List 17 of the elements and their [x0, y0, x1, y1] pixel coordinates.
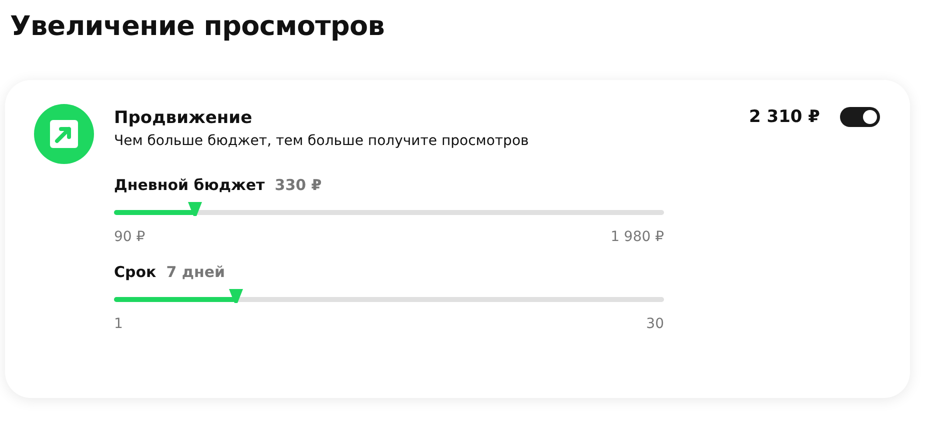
slider-max: 1 980 ₽: [610, 229, 664, 245]
slider-label: Дневной бюджет: [114, 176, 265, 194]
slider-value: 330 ₽: [274, 176, 322, 194]
slider-min: 1: [114, 316, 123, 332]
slider-track[interactable]: [114, 201, 664, 217]
promotion-title: Продвижение: [114, 107, 254, 129]
page-title: Увеличение просмотров: [10, 10, 386, 44]
slider-handle[interactable]: [228, 288, 244, 304]
toggle-switch[interactable]: [840, 107, 880, 127]
price: 2 310 ₽: [749, 107, 820, 127]
promotion-description: Чем больше бюджет, тем больше получите просмотров: [114, 132, 529, 151]
slider-handle[interactable]: [187, 201, 204, 217]
slider-min: 90 ₽: [114, 229, 146, 245]
slider-label: Срок: [114, 263, 156, 281]
slider-value: 7 дней: [166, 263, 226, 281]
slider-track[interactable]: [114, 288, 664, 304]
slider-max: 30: [646, 316, 664, 332]
